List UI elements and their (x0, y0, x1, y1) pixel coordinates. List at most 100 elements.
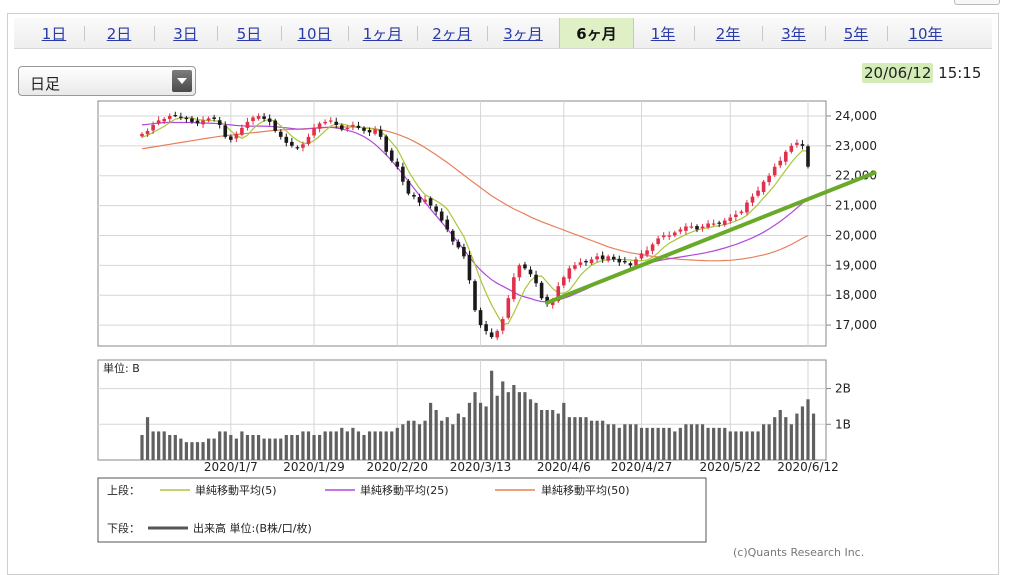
volume-bar (784, 417, 788, 460)
volume-bar (562, 402, 566, 460)
legend-lower-label: 下段： (107, 521, 140, 535)
candle-body (356, 125, 361, 128)
candle-body (145, 130, 150, 135)
volume-bar (606, 424, 610, 460)
volume-bar (395, 427, 399, 460)
candle-body (201, 120, 205, 125)
candle-body (317, 123, 322, 129)
volume-bar (628, 424, 632, 460)
candle-body (251, 117, 255, 122)
volume-bar (645, 427, 649, 460)
volume-bar (506, 392, 510, 460)
volume-bar (290, 435, 294, 460)
volume-bar (440, 420, 444, 460)
candle-body (562, 277, 566, 286)
candle-body (567, 268, 572, 279)
volume-bar (717, 427, 721, 460)
candle-body (500, 319, 505, 331)
candle-body (456, 241, 461, 248)
candle-body (273, 120, 277, 131)
stock-chart: 24,00023,00022,00021,00020,00019,00018,0… (97, 100, 877, 543)
volume-bar (695, 424, 699, 460)
candle-body (217, 120, 222, 125)
candle-body (517, 265, 522, 278)
candle-body (700, 226, 705, 229)
candle-body (800, 144, 805, 146)
candle-body (373, 129, 377, 134)
volume-bar (684, 424, 688, 460)
xtick-label: 2020/2/20 (367, 460, 429, 474)
volume-bar (151, 431, 155, 460)
candle-body (534, 274, 538, 284)
volume-bar (318, 435, 322, 460)
candle-body (389, 150, 394, 161)
volume-bar (573, 417, 577, 460)
volume-bar (540, 410, 544, 460)
volume-bar (279, 438, 283, 460)
candle-body (706, 223, 710, 228)
volume-bar (367, 431, 372, 460)
volume-bar (168, 435, 172, 460)
candle-body (240, 127, 244, 135)
volume-bar (229, 435, 233, 460)
volume-bar (756, 431, 760, 460)
volume-bar (517, 392, 521, 460)
candle-body (611, 256, 616, 260)
volume-bar (739, 431, 743, 460)
candle-body (728, 217, 733, 221)
candle-body (267, 118, 272, 122)
candle-body (667, 235, 672, 237)
candle-body (745, 202, 749, 213)
candle-body (673, 232, 677, 236)
candle-body (600, 255, 605, 260)
candle-body (645, 250, 649, 255)
volume-bar (667, 427, 671, 460)
candle-body (173, 115, 178, 117)
candle-body (539, 282, 544, 299)
legend-ma50-label: 単純移動平均(50) (541, 483, 630, 497)
xtick-label: 2020/1/7 (204, 460, 258, 474)
candle-body (362, 127, 366, 131)
candle-body (489, 332, 494, 338)
candle-body (523, 264, 527, 269)
candle-body (301, 144, 305, 148)
volume-bar (251, 435, 255, 460)
xtick-label: 2020/5/22 (700, 460, 762, 474)
candle-body (184, 117, 189, 120)
candle-body (162, 118, 166, 122)
candle-body (761, 181, 766, 192)
volume-bar (767, 424, 771, 460)
volume-bar (445, 417, 449, 460)
volume-unit-label: 単位: B (103, 361, 140, 375)
volume-bar (284, 435, 288, 460)
candle-body (334, 121, 339, 125)
candle-body (578, 262, 583, 265)
xtick-label: 2020/4/6 (537, 460, 591, 474)
xtick-label: 2020/3/13 (450, 460, 512, 474)
volume-bar (634, 424, 638, 460)
volume-bar (184, 442, 188, 460)
volume-bar (639, 427, 644, 460)
candle-body (750, 196, 755, 203)
volume-bar (406, 420, 410, 460)
volume-bar (490, 370, 494, 460)
candle-body (806, 146, 810, 167)
volume-bar (578, 417, 583, 460)
candle-body (395, 161, 400, 167)
price-ytick-label: 20,000 (835, 228, 877, 242)
candle-body (378, 129, 383, 137)
candle-body (573, 265, 577, 269)
candle-body (423, 199, 427, 203)
volume-bar (689, 424, 694, 460)
candle-body (245, 121, 250, 128)
volume-bar (456, 413, 460, 460)
volume-bar (157, 431, 161, 460)
candle-body (462, 246, 466, 257)
volume-bar (323, 431, 327, 460)
volume-bar (451, 424, 455, 460)
legend-upper-label: 上段： (107, 483, 140, 497)
candle-body (140, 133, 144, 137)
candle-body (684, 226, 688, 231)
candle-body (306, 136, 311, 144)
volume-bar (811, 413, 816, 460)
